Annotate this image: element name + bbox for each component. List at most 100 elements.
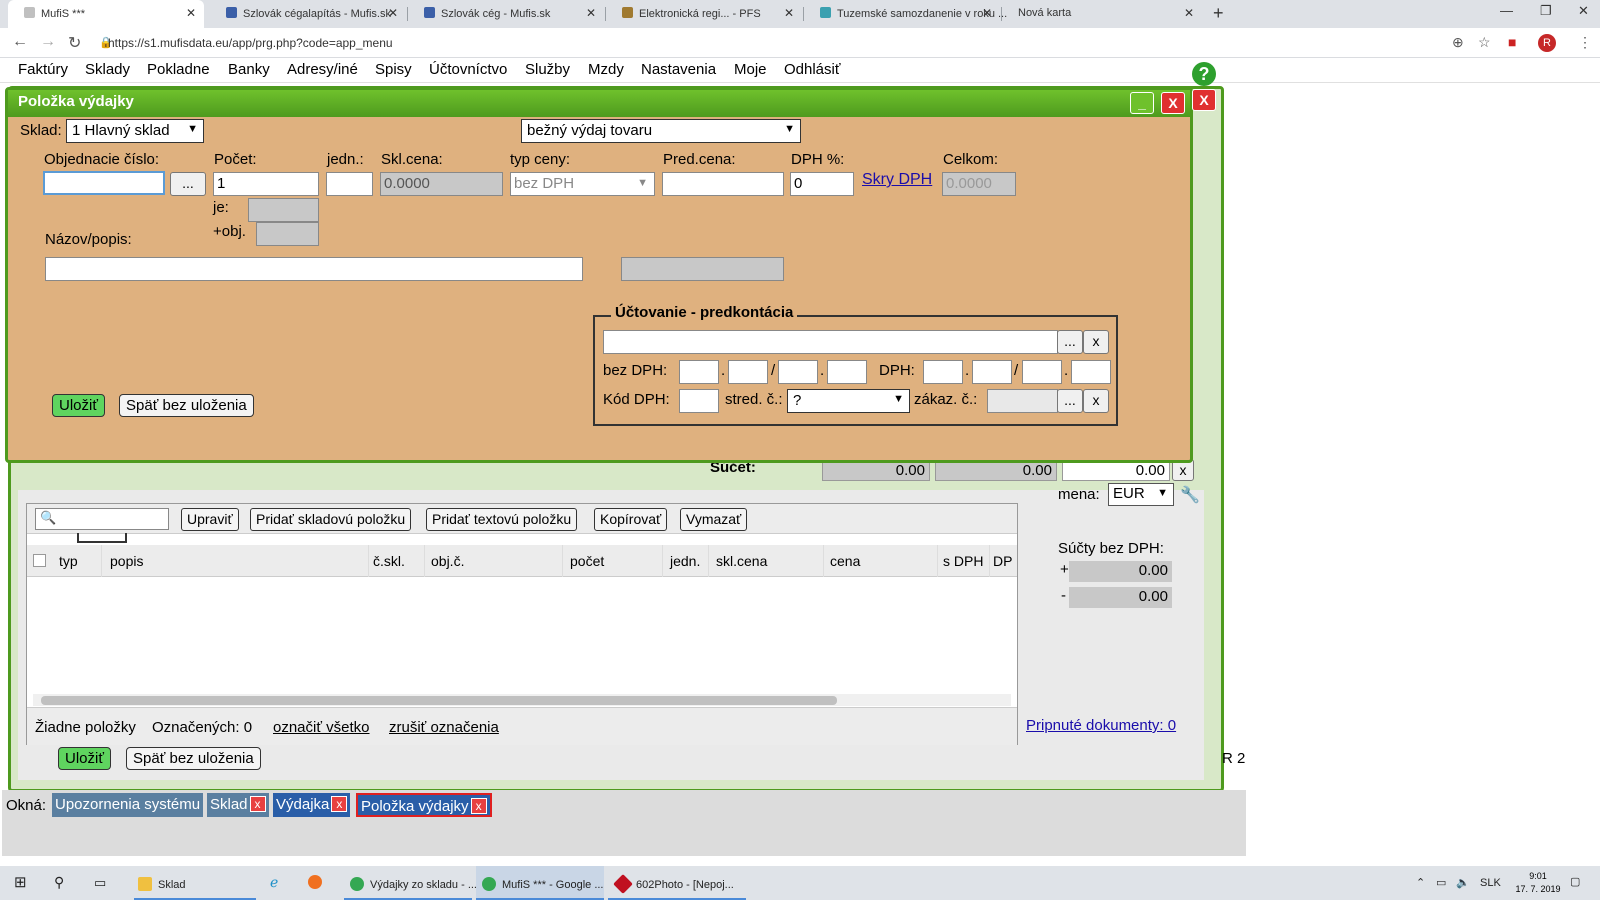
horizontal-scrollbar[interactable] [33, 694, 1011, 706]
close-icon[interactable]: x [249, 796, 266, 812]
menu-spisy[interactable]: Spisy [375, 61, 412, 78]
stred-select[interactable]: ? ▼ [787, 389, 910, 413]
menu-faktury[interactable]: Faktúry [18, 61, 68, 78]
pocet-input[interactable]: 1 [213, 172, 319, 196]
col-sdph[interactable]: s DPH [943, 553, 983, 569]
menu-dots-icon[interactable]: ⋮ [1578, 34, 1592, 51]
menu-adresy[interactable]: Adresy/iné [287, 61, 358, 78]
wrench-icon[interactable]: 🔧 [1180, 485, 1200, 505]
bg-ulozit-button[interactable]: Uložiť [58, 747, 111, 770]
nazov-input[interactable] [45, 257, 583, 281]
firefox-icon[interactable] [308, 866, 328, 900]
upravit-button[interactable]: Upraviť [181, 508, 239, 531]
close-icon[interactable]: ✕ [186, 6, 196, 20]
help-icon[interactable]: ? [1192, 62, 1216, 86]
close-icon[interactable]: ✕ [586, 6, 596, 20]
taskbar-602photo[interactable]: 602Photo - [Nepoj... [608, 866, 746, 900]
close-icon[interactable]: ✕ [982, 6, 992, 20]
vymazat-button[interactable]: Vymazať [680, 508, 748, 531]
menu-sluzby[interactable]: Služby [525, 61, 570, 78]
search-icon[interactable]: ⚲ [54, 866, 64, 900]
taskbar-mufis[interactable]: MufiS *** - Google ... [476, 866, 604, 900]
zakaz-input[interactable] [987, 389, 1058, 413]
spat-button[interactable]: Späť bez uloženia [119, 394, 254, 417]
objednacie-lookup-button[interactable]: ... [170, 172, 206, 196]
menu-odhlasit[interactable]: Odhlásiť [784, 61, 840, 78]
bg-spat-button[interactable]: Späť bez uloženia [126, 747, 261, 770]
menu-banky[interactable]: Banky [228, 61, 270, 78]
okna-upozornenia[interactable]: Upozornenia systému [52, 793, 204, 817]
kod-dph-input[interactable] [679, 389, 719, 413]
okna-polozka-vydajky[interactable]: Položka výdajky x [356, 793, 492, 817]
close-icon[interactable]: ✕ [388, 6, 398, 20]
pridat-textovu-button[interactable]: Pridať textovú položku [426, 508, 578, 531]
bez-dph-d-anal[interactable] [827, 360, 867, 384]
star-icon[interactable]: ☆ [1478, 34, 1491, 51]
zoom-icon[interactable]: ⊕ [1452, 34, 1464, 51]
ie-icon[interactable]: ℯ [270, 866, 278, 900]
url-field[interactable]: https://s1.mufisdata.eu/app/prg.php?code… [108, 36, 393, 50]
reload-icon[interactable]: ↻ [68, 33, 81, 53]
col-cena[interactable]: cena [830, 553, 860, 569]
jedn-input[interactable] [326, 172, 373, 196]
col-dph[interactable]: DP [993, 553, 1012, 569]
tab-elektronicka[interactable]: Elektronická regi... - PFS ✕ [606, 0, 802, 28]
predcena-input[interactable] [662, 172, 784, 196]
bez-dph-md-syn[interactable] [679, 360, 719, 384]
pridat-skladovu-button[interactable]: Pridať skladovú položku [250, 508, 412, 531]
zakaz-lookup-button[interactable]: ... [1057, 389, 1083, 413]
tab-mufis[interactable]: MufiS *** ✕ [8, 0, 204, 28]
dialog-title-bar[interactable]: Položka výdajky [8, 90, 1190, 117]
col-objc[interactable]: obj.č. [431, 553, 464, 569]
skry-dph-link[interactable]: Skry DPH [862, 171, 932, 189]
bez-dph-d-syn[interactable] [778, 360, 818, 384]
close-icon[interactable]: ✕ [1184, 6, 1194, 20]
tab-nova-karta[interactable]: Nová karta ✕ [1002, 0, 1202, 28]
menu-nastavenia[interactable]: Nastavenia [641, 61, 716, 78]
dph-md-anal[interactable] [972, 360, 1012, 384]
language-indicator[interactable]: SLK [1480, 866, 1501, 900]
vydaj-type-select[interactable]: bežný výdaj tovaru ▼ [521, 119, 801, 143]
menu-pokladne[interactable]: Pokladne [147, 61, 210, 78]
col-jedn[interactable]: jedn. [670, 553, 700, 569]
network-icon[interactable]: ▭ [1436, 866, 1446, 900]
profile-avatar[interactable]: R [1538, 34, 1556, 52]
start-icon[interactable]: ⊞ [14, 866, 27, 900]
dph-d-syn[interactable] [1022, 360, 1062, 384]
close-icon[interactable]: x [470, 798, 487, 814]
new-tab-button[interactable]: + [1213, 3, 1224, 24]
taskbar-sklad[interactable]: Sklad [134, 866, 256, 900]
menu-uctovnictvo[interactable]: Účtovníctvo [429, 61, 507, 78]
col-cskl[interactable]: č.skl. [373, 553, 405, 569]
tab-tuzemske[interactable]: Tuzemské samozdanenie v roku ... ✕ [804, 0, 1007, 28]
kopirovat-button[interactable]: Kopírovať [594, 508, 668, 531]
mark-all-link[interactable]: označiť všetko [273, 719, 370, 736]
col-sklcena[interactable]: skl.cena [716, 553, 767, 569]
close-icon[interactable]: x [331, 796, 348, 812]
minimize-window-button[interactable]: — [1500, 3, 1513, 18]
okna-sklad[interactable]: Sklad x [207, 793, 269, 817]
select-all-checkbox[interactable] [33, 554, 46, 567]
sklad-select[interactable]: 1 Hlavný sklad ▼ [66, 119, 204, 143]
col-pocet[interactable]: počet [570, 553, 604, 569]
taskbar-clock[interactable]: 9:01 17. 7. 2019 [1510, 870, 1566, 896]
close-icon[interactable]: ✕ [784, 6, 794, 20]
close-button[interactable]: X [1161, 92, 1185, 114]
minimize-button[interactable]: _ [1130, 92, 1154, 114]
unmark-link[interactable]: zrušiť označenia [389, 719, 499, 736]
forward-icon[interactable]: → [40, 33, 56, 51]
tray-chevron-icon[interactable]: ⌃ [1416, 866, 1425, 900]
dph-d-anal[interactable] [1071, 360, 1111, 384]
zakaz-clear-button[interactable]: x [1083, 389, 1109, 413]
task-view-icon[interactable]: ▭ [94, 866, 106, 900]
col-typ[interactable]: typ [59, 553, 78, 569]
scrollbar-thumb[interactable] [41, 696, 837, 705]
predkontacia-input[interactable] [603, 330, 1058, 354]
menu-moje[interactable]: Moje [734, 61, 767, 78]
bez-dph-md-anal[interactable] [728, 360, 768, 384]
menu-mzdy[interactable]: Mzdy [588, 61, 624, 78]
taskbar-vydajky[interactable]: Výdajky zo skladu - ... [344, 866, 477, 900]
tab-szlovak-cegalapitas[interactable]: Szlovák cégalapítás - Mufis.sk ✕ [210, 0, 406, 28]
extension-icon[interactable]: ■ [1508, 34, 1516, 50]
grid-search-input[interactable]: 🔍 [35, 508, 169, 530]
